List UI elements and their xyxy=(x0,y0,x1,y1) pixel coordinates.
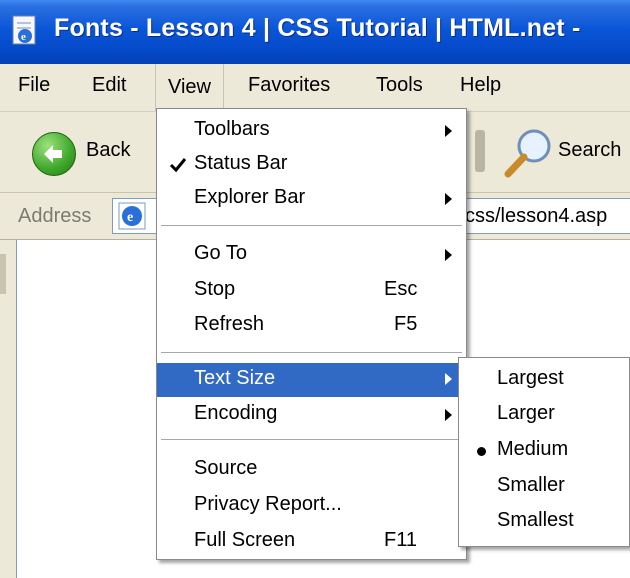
checkmark-icon xyxy=(169,158,187,173)
menu-item-refresh[interactable]: Refresh F5 xyxy=(157,310,466,342)
menu-item-source[interactable]: Source xyxy=(157,454,466,486)
menu-item-label: Medium xyxy=(497,438,569,460)
menu-item-shortcut: Esc xyxy=(384,278,418,300)
title-bar[interactable]: e Fonts - Lesson 4 | CSS Tutorial | HTML… xyxy=(0,0,630,64)
search-magnifier-icon[interactable] xyxy=(498,126,556,180)
menu-item-label: Status Bar xyxy=(194,152,288,174)
content-edge xyxy=(0,254,6,294)
submenu-arrow-icon xyxy=(445,125,452,137)
menu-item-shortcut: F5 xyxy=(394,313,418,335)
text-size-larger[interactable]: Larger xyxy=(459,399,629,431)
menu-item-label: Smaller xyxy=(497,474,565,496)
menu-item-status-bar[interactable]: Status Bar xyxy=(157,149,466,181)
menu-item-toolbars[interactable]: Toolbars xyxy=(157,115,466,147)
radio-dot-icon xyxy=(477,447,486,456)
menu-help[interactable]: Help xyxy=(460,74,501,97)
text-size-smallest[interactable]: Smallest xyxy=(459,506,629,538)
menu-item-label: Stop xyxy=(194,278,236,300)
menu-item-label: Encoding xyxy=(194,402,278,424)
menu-tools[interactable]: Tools xyxy=(376,74,423,97)
submenu-arrow-icon xyxy=(445,193,452,205)
back-arrow-icon xyxy=(44,145,62,163)
svg-text:e: e xyxy=(21,31,26,43)
back-label[interactable]: Back xyxy=(86,139,130,162)
menu-edit[interactable]: Edit xyxy=(92,74,126,97)
ie-page-icon: e xyxy=(12,15,36,45)
toolbar-separator xyxy=(475,130,485,172)
menu-item-label: Toolbars xyxy=(194,118,270,140)
menu-item-label: Text Size xyxy=(194,367,276,389)
menu-item-full-screen[interactable]: Full Screen F11 xyxy=(157,526,466,558)
menu-view[interactable]: View xyxy=(155,64,224,111)
menu-item-label: Largest xyxy=(497,367,564,389)
menu-favorites[interactable]: Favorites xyxy=(248,74,330,97)
menu-item-label: Privacy Report... xyxy=(194,493,342,515)
menu-separator xyxy=(161,225,462,226)
menu-item-text-size[interactable]: Text Size xyxy=(157,363,466,397)
address-url: css/lesson4.asp xyxy=(465,205,608,227)
menu-item-label: Refresh xyxy=(194,313,265,335)
menu-bar: File Edit View Favorites Tools Help xyxy=(0,64,630,112)
menu-item-go-to[interactable]: Go To xyxy=(157,239,466,271)
menu-separator xyxy=(161,352,462,353)
submenu-arrow-icon xyxy=(445,409,452,421)
menu-item-explorer-bar[interactable]: Explorer Bar xyxy=(157,183,466,215)
menu-item-label: Larger xyxy=(497,402,555,424)
menu-item-shortcut: F11 xyxy=(384,529,417,551)
submenu-arrow-icon xyxy=(445,373,452,385)
window-title: Fonts - Lesson 4 | CSS Tutorial | HTML.n… xyxy=(54,14,581,42)
search-label[interactable]: Search xyxy=(558,139,621,162)
menu-item-label: Explorer Bar xyxy=(194,186,306,208)
text-size-largest[interactable]: Largest xyxy=(459,364,629,396)
svg-text:e: e xyxy=(127,210,133,225)
browser-window: e Fonts - Lesson 4 | CSS Tutorial | HTML… xyxy=(0,0,630,578)
menu-item-label: Smallest xyxy=(497,509,574,531)
text-size-medium[interactable]: Medium xyxy=(459,435,629,467)
menu-item-encoding[interactable]: Encoding xyxy=(157,399,466,431)
menu-separator xyxy=(161,439,462,440)
menu-item-stop[interactable]: Stop Esc xyxy=(157,275,466,307)
address-label: Address xyxy=(18,205,92,227)
text-size-smaller[interactable]: Smaller xyxy=(459,471,629,503)
menu-item-privacy-report[interactable]: Privacy Report... xyxy=(157,490,466,522)
menu-file[interactable]: File xyxy=(18,74,50,97)
menu-item-label: Go To xyxy=(194,242,247,264)
text-size-submenu: Largest Larger Medium Smaller Smallest xyxy=(458,357,630,547)
menu-item-label: Source xyxy=(194,457,258,479)
ie-address-icon: e xyxy=(118,202,146,230)
view-menu: Toolbars Status Bar Explorer Bar Go To S… xyxy=(156,108,467,560)
menu-item-label: Full Screen xyxy=(194,529,296,551)
submenu-arrow-icon xyxy=(445,249,452,261)
